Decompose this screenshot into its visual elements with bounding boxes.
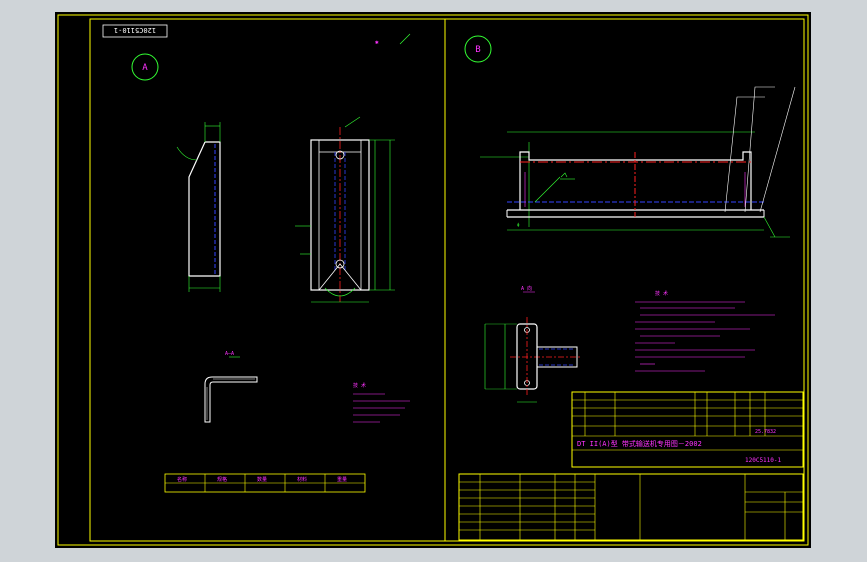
title-block-value: 25.7832 bbox=[755, 429, 776, 435]
part-side-view bbox=[176, 122, 221, 292]
small-table-h4: 重量 bbox=[337, 476, 347, 483]
technical-notes: 技 术 bbox=[635, 290, 775, 372]
small-table-h2: 数量 bbox=[257, 476, 267, 483]
detail-label: A—A bbox=[225, 351, 234, 357]
drawing-title: DT II(A)型 带式输送机专用图－2002 bbox=[577, 439, 702, 448]
revision-block bbox=[458, 473, 804, 541]
left-parts-table: 名称 规格 数量 材料 重量 bbox=[164, 473, 366, 493]
drawing-canvas: 120C5110-1 A B ✱ A—A 技 术 名称 规格 数量 材料 重量 … bbox=[57, 14, 809, 546]
svg-text:ф: ф bbox=[517, 222, 520, 227]
main-assembly-view: ф bbox=[480, 86, 796, 238]
drawing-sheet[interactable]: 120C5110-1 A B ✱ A—A 技 术 名称 规格 数量 材料 重量 … bbox=[55, 12, 811, 548]
sheet-border bbox=[57, 14, 809, 546]
drawing-frame bbox=[89, 18, 805, 542]
view-a-label: A bbox=[142, 63, 148, 73]
section-a-label: A 向 bbox=[521, 285, 532, 292]
small-table-h3: 材料 bbox=[297, 476, 307, 483]
stamp-mark: ✱ bbox=[374, 39, 379, 46]
bent-section: A—A bbox=[204, 351, 258, 423]
title-block: 25.7832 DT II(A)型 带式输送机专用图－2002 120C5110… bbox=[571, 391, 804, 468]
notes-left-heading: 技 术 bbox=[353, 382, 366, 389]
view-b-label: B bbox=[475, 45, 480, 55]
notes-heading: 技 术 bbox=[655, 290, 668, 297]
drawing-number: 120C5110-1 bbox=[745, 457, 782, 464]
section-a-view: A 向 bbox=[484, 285, 580, 403]
small-table-h0: 名称 bbox=[177, 476, 187, 483]
cad-viewer: 120C5110-1 A B ✱ A—A 技 术 名称 规格 数量 材料 重量 … bbox=[0, 0, 867, 562]
part-front-view bbox=[295, 116, 395, 303]
small-table-h1: 规格 bbox=[217, 476, 227, 483]
drawing-number-rotated: 120C5110-1 bbox=[114, 26, 156, 34]
